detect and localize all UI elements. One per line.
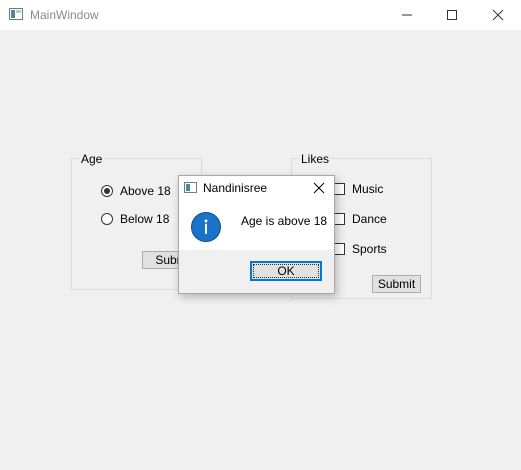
likes-submit-label: Submit (377, 277, 416, 291)
age-group-title: Age (79, 152, 105, 166)
checkbox-music[interactable]: Music (333, 182, 383, 196)
dialog-close-button[interactable] (310, 179, 328, 197)
dialog-message: Age is above 18 (241, 214, 328, 228)
dialog-app-icon (184, 182, 197, 193)
minimize-icon (402, 14, 412, 16)
radio-button[interactable] (101, 213, 113, 225)
ok-label: OK (277, 264, 295, 278)
dialog-title-bar: Nandinisree (179, 176, 334, 198)
window-title: MainWindow (30, 8, 99, 22)
checkbox-dance[interactable]: Dance (333, 212, 387, 226)
radio-below-18[interactable]: Below 18 (101, 212, 169, 226)
maximize-icon (447, 10, 457, 20)
title-bar: MainWindow (0, 0, 521, 30)
likes-submit-button[interactable]: Submit (372, 275, 421, 293)
dialog-title: Nandinisree (203, 181, 268, 195)
close-button[interactable] (475, 0, 521, 30)
radio-label: Below 18 (120, 212, 170, 226)
radio-label: Above 18 (120, 184, 171, 198)
close-icon (492, 9, 504, 21)
close-icon (313, 182, 325, 194)
info-icon (191, 212, 221, 242)
checkbox-label: Dance (352, 212, 387, 226)
likes-group-title: Likes (299, 152, 332, 166)
radio-above-18[interactable]: Above 18 (101, 184, 171, 198)
checkbox-label: Sports (352, 242, 387, 256)
minimize-button[interactable] (384, 0, 430, 30)
maximize-button[interactable] (429, 0, 475, 30)
app-icon (9, 8, 23, 20)
dialog-body: Age is above 18 (179, 198, 334, 250)
radio-button-checked[interactable] (101, 185, 113, 197)
message-box-dialog: Nandinisree Age is above 18 OK (178, 175, 335, 294)
main-window: MainWindow Age Above 18 Below 18 Submit … (0, 0, 521, 470)
ok-button[interactable]: OK (250, 261, 322, 281)
checkbox-label: Music (352, 182, 384, 196)
checkbox-sports[interactable]: Sports (333, 242, 387, 256)
